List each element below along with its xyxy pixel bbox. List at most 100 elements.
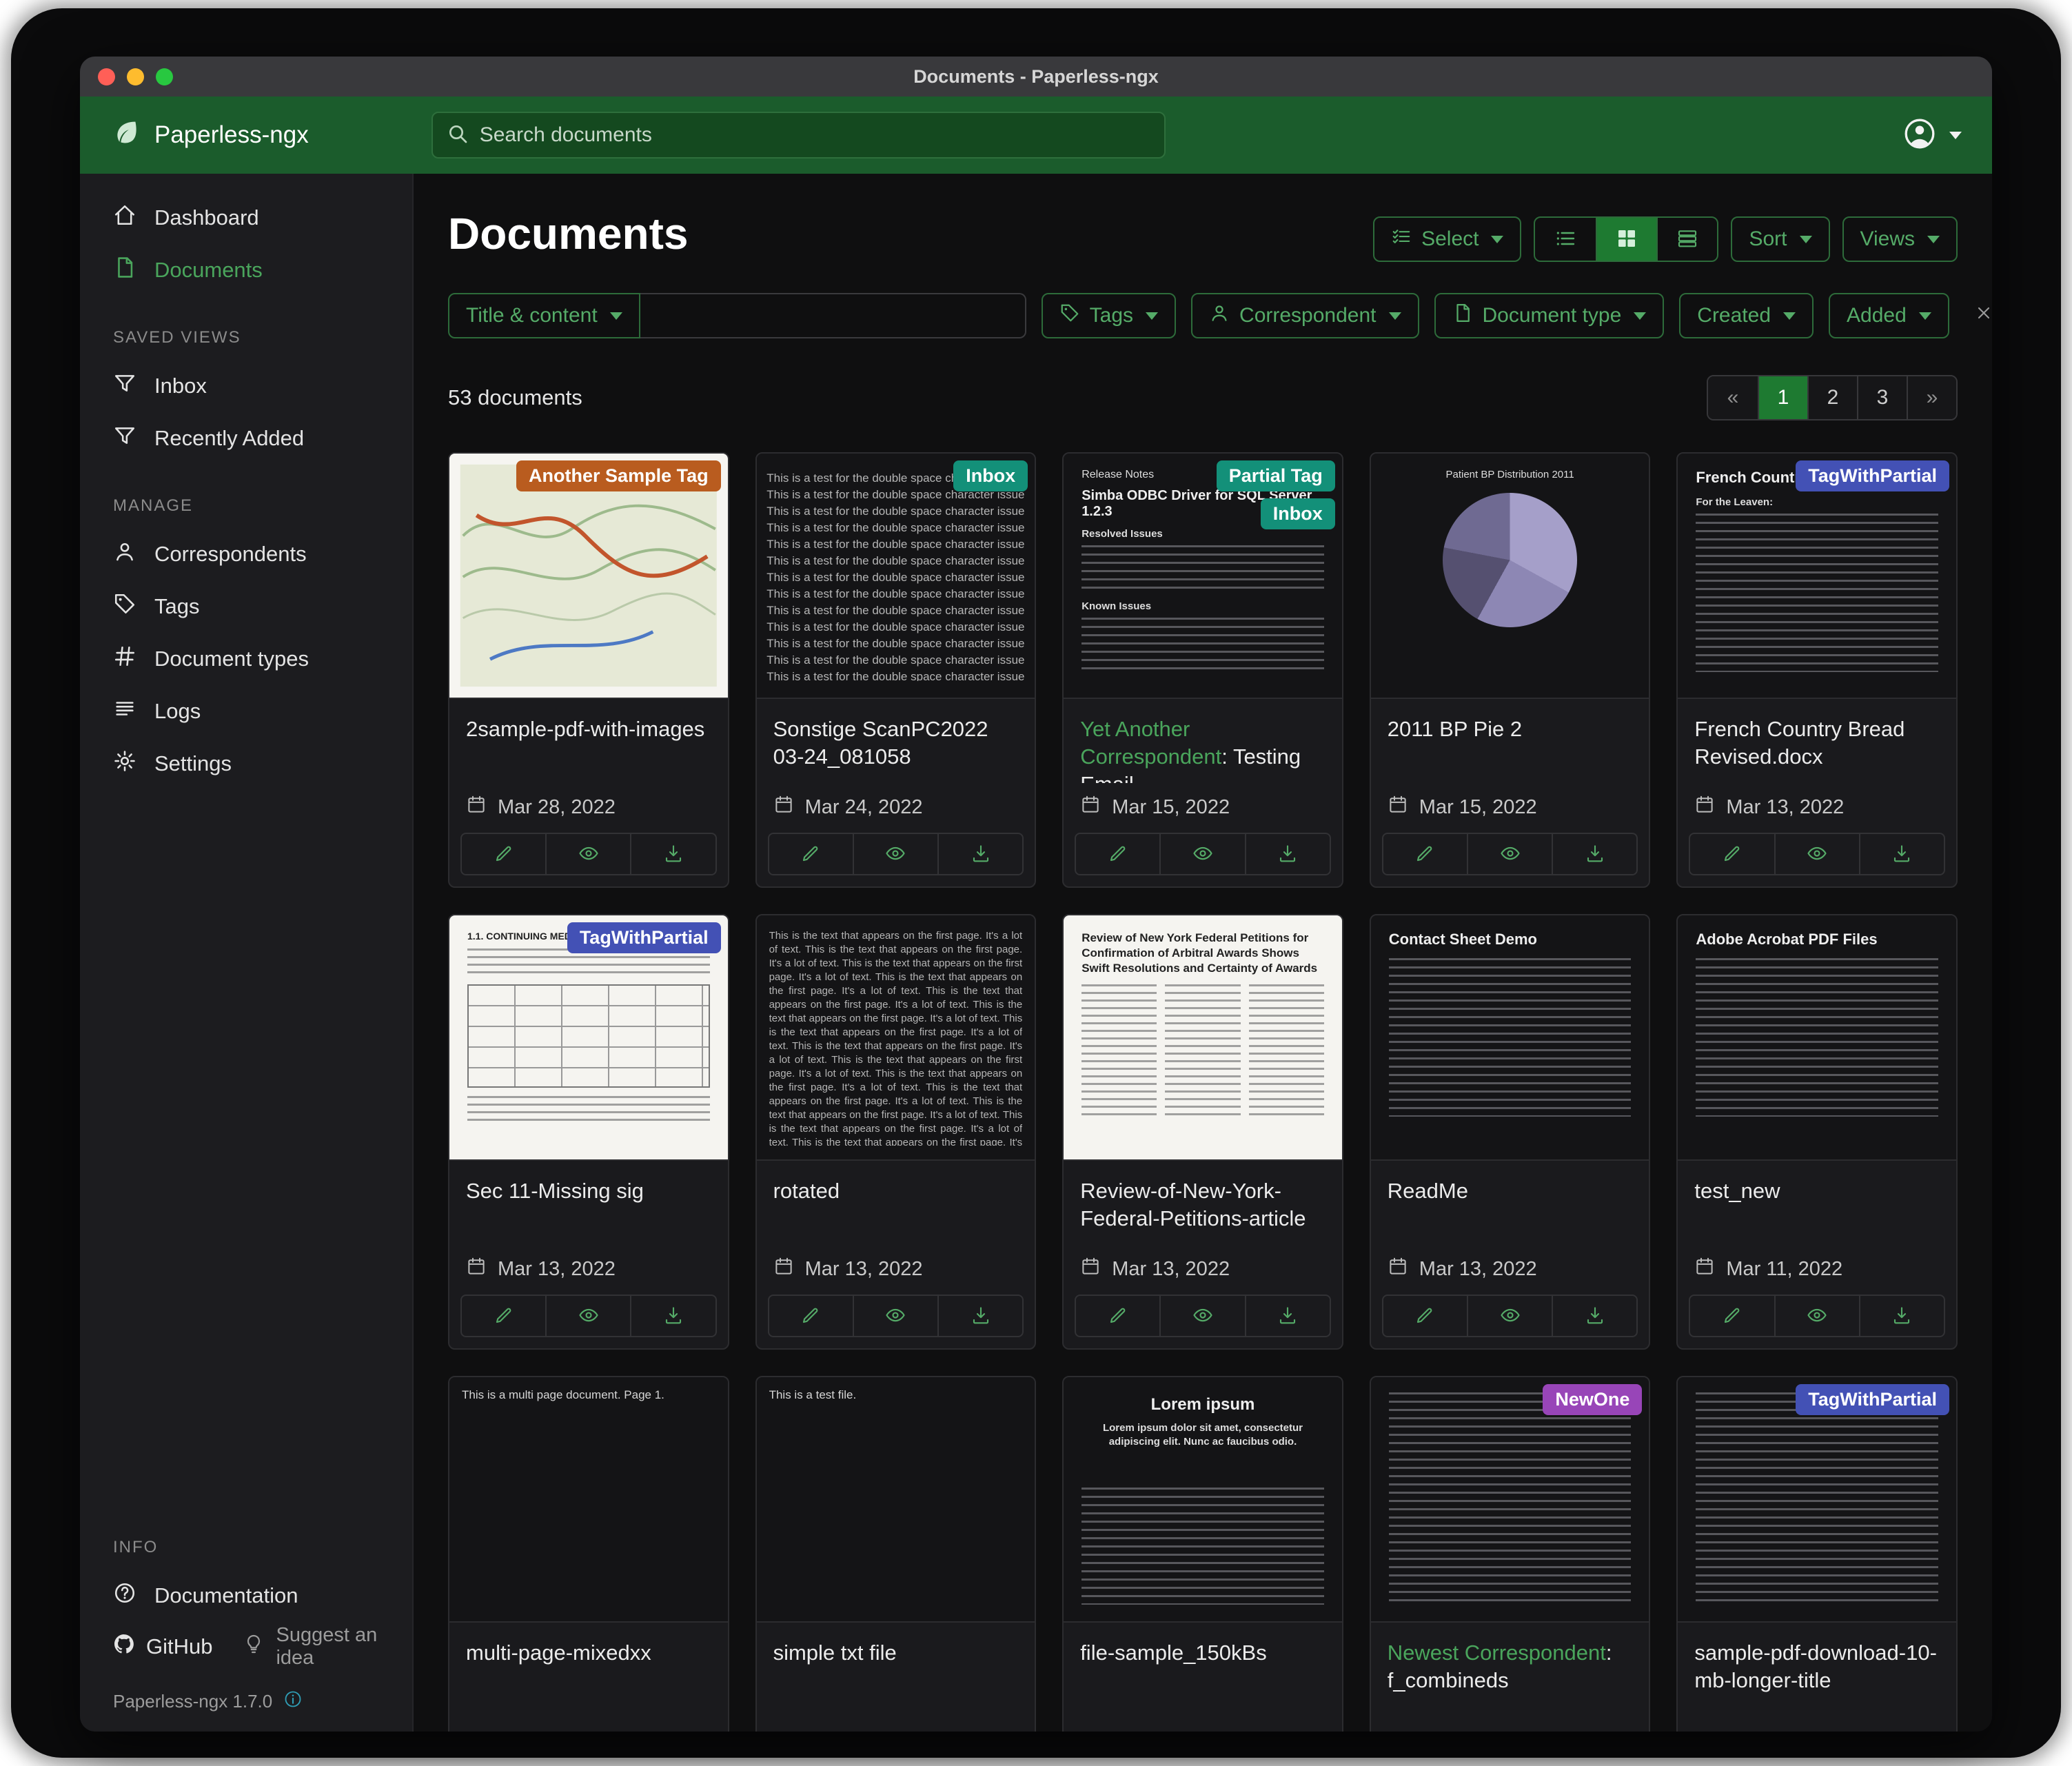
tag-badge-tagwithpartial[interactable]: TagWithPartial — [567, 922, 721, 953]
tag-badge-another-sample-tag[interactable]: Another Sample Tag — [516, 460, 721, 491]
tag-badge-tagwithpartial[interactable]: TagWithPartial — [1796, 1384, 1949, 1415]
card-title[interactable]: simple txt file — [757, 1623, 1035, 1707]
view-mode-listview-button[interactable] — [1535, 218, 1596, 261]
card-title[interactable]: Sonstige ScanPC2022 03-24_081058 — [757, 699, 1035, 783]
view-button[interactable] — [1159, 834, 1244, 874]
document-thumbnail[interactable]: 1.1. CONTINUING MEDICAL EDUCATagWithPart… — [449, 915, 728, 1161]
card-correspondent[interactable]: Newest Correspondent — [1388, 1641, 1606, 1665]
pagination-page-3[interactable]: 3 — [1857, 376, 1907, 419]
view-mode-grid-button[interactable] — [1596, 218, 1656, 261]
select-button[interactable]: Select — [1373, 216, 1521, 262]
document-thumbnail[interactable]: Lorem ipsumLorem ipsum dolor sit amet, c… — [1064, 1377, 1342, 1623]
document-thumbnail[interactable]: This is the text that appears on the fir… — [757, 915, 1035, 1161]
filter-added-button[interactable]: Added — [1829, 293, 1949, 338]
download-button[interactable] — [630, 834, 715, 874]
minimize-window-button[interactable] — [127, 68, 144, 85]
sidebar-item-recently-added[interactable]: Recently Added — [80, 412, 412, 465]
filter-tags-button[interactable]: Tags — [1042, 293, 1176, 338]
view-button[interactable] — [1467, 834, 1552, 874]
card-title[interactable]: 2sample-pdf-with-images — [449, 699, 728, 783]
edit-button[interactable] — [1076, 1296, 1159, 1336]
document-thumbnail[interactable]: Another Sample Tag — [449, 454, 728, 699]
view-button[interactable] — [545, 834, 630, 874]
view-button[interactable] — [853, 1296, 937, 1336]
pagination-page-1[interactable]: 1 — [1758, 376, 1807, 419]
sidebar-item-logs[interactable]: Logs — [80, 685, 412, 738]
sidebar-item-documents[interactable]: Documents — [80, 244, 412, 296]
download-button[interactable] — [1245, 834, 1330, 874]
download-button[interactable] — [1245, 1296, 1330, 1336]
views-button[interactable]: Views — [1842, 216, 1958, 262]
view-button[interactable] — [1774, 1296, 1859, 1336]
download-button[interactable] — [1859, 1296, 1944, 1336]
card-title[interactable]: file-sample_150kBs — [1064, 1623, 1342, 1707]
card-title[interactable]: ReadMe — [1371, 1161, 1649, 1245]
filter-document-type-button[interactable]: Document type — [1434, 293, 1665, 338]
document-thumbnail[interactable]: Release NotesSimba ODBC Driver for SQL S… — [1064, 454, 1342, 699]
sidebar-item-github[interactable]: GitHub — [113, 1633, 212, 1661]
edit-button[interactable] — [769, 1296, 853, 1336]
download-button[interactable] — [1552, 1296, 1636, 1336]
card-title[interactable]: rotated — [757, 1161, 1035, 1245]
reset-filters-button[interactable]: Reset filters — [1974, 292, 1992, 339]
info-icon[interactable] — [283, 1689, 303, 1714]
suggest-idea-link[interactable]: Suggest an idea — [243, 1624, 398, 1669]
sidebar-item-settings[interactable]: Settings — [80, 738, 412, 790]
view-button[interactable] — [853, 834, 937, 874]
edit-button[interactable] — [1383, 1296, 1467, 1336]
titlebar[interactable]: Documents - Paperless-ngx — [80, 57, 1992, 97]
edit-button[interactable] — [769, 834, 853, 874]
download-button[interactable] — [1859, 834, 1944, 874]
document-thumbnail[interactable]: Review of New York Federal Petitions for… — [1064, 915, 1342, 1161]
title-content-filter-button[interactable]: Title & content — [448, 293, 640, 338]
tag-badge-newone[interactable]: NewOne — [1543, 1384, 1642, 1415]
sidebar-item-correspondents[interactable]: Correspondents — [80, 528, 412, 580]
document-thumbnail[interactable]: TagWithPartial — [1678, 1377, 1956, 1623]
edit-button[interactable] — [462, 1296, 545, 1336]
edit-button[interactable] — [1690, 834, 1774, 874]
pagination-page-2[interactable]: 2 — [1807, 376, 1857, 419]
filter-created-button[interactable]: Created — [1679, 293, 1814, 338]
sidebar-item-documentation[interactable]: Documentation — [80, 1570, 412, 1622]
edit-button[interactable] — [462, 834, 545, 874]
user-menu[interactable] — [1902, 116, 1962, 154]
search-box[interactable] — [431, 112, 1166, 159]
view-button[interactable] — [545, 1296, 630, 1336]
download-button[interactable] — [937, 1296, 1022, 1336]
view-button[interactable] — [1159, 1296, 1244, 1336]
tag-badge-partial-tag[interactable]: Partial Tag — [1217, 460, 1335, 491]
brand[interactable]: Paperless-ngx — [110, 116, 309, 154]
card-title[interactable]: Yet Another Correspondent: Testing Email — [1064, 699, 1342, 783]
document-thumbnail[interactable]: This is a multi page document. Page 1. — [449, 1377, 728, 1623]
download-button[interactable] — [1552, 834, 1636, 874]
tag-badge-inbox[interactable]: Inbox — [1261, 498, 1335, 529]
download-button[interactable] — [630, 1296, 715, 1336]
edit-button[interactable] — [1383, 834, 1467, 874]
card-title[interactable]: French Country Bread Revised.docx — [1678, 699, 1956, 783]
view-button[interactable] — [1774, 834, 1859, 874]
card-title[interactable]: sample-pdf-download-10-mb-longer-title — [1678, 1623, 1956, 1707]
tag-badge-inbox[interactable]: Inbox — [953, 460, 1028, 491]
search-input[interactable] — [480, 123, 1150, 147]
document-thumbnail[interactable]: French Country BreadFor the Leaven:TagWi… — [1678, 454, 1956, 699]
card-title[interactable]: test_new — [1678, 1161, 1956, 1245]
card-title[interactable]: Review-of-New-York-Federal-Petitions-art… — [1064, 1161, 1342, 1245]
sidebar-item-inbox[interactable]: Inbox — [80, 360, 412, 412]
sidebar-item-dashboard[interactable]: Dashboard — [80, 192, 412, 244]
edit-button[interactable] — [1076, 834, 1159, 874]
filter-correspondent-button[interactable]: Correspondent — [1191, 293, 1419, 338]
download-button[interactable] — [937, 834, 1022, 874]
card-title[interactable]: Newest Correspondent: f_combineds — [1371, 1623, 1649, 1707]
tag-badge-tagwithpartial[interactable]: TagWithPartial — [1796, 460, 1949, 491]
view-mode-detail-button[interactable] — [1656, 218, 1717, 261]
pagination-prev[interactable]: « — [1708, 376, 1758, 419]
document-thumbnail[interactable]: Adobe Acrobat PDF Files — [1678, 915, 1956, 1161]
pagination-next[interactable]: » — [1907, 376, 1956, 419]
close-window-button[interactable] — [98, 68, 115, 85]
sort-button[interactable]: Sort — [1731, 216, 1829, 262]
card-title[interactable]: multi-page-mixedxx — [449, 1623, 728, 1707]
document-thumbnail[interactable]: This is a test for the double space char… — [757, 454, 1035, 699]
sidebar-item-tags[interactable]: Tags — [80, 580, 412, 633]
view-button[interactable] — [1467, 1296, 1552, 1336]
document-thumbnail[interactable]: NewOne — [1371, 1377, 1649, 1623]
